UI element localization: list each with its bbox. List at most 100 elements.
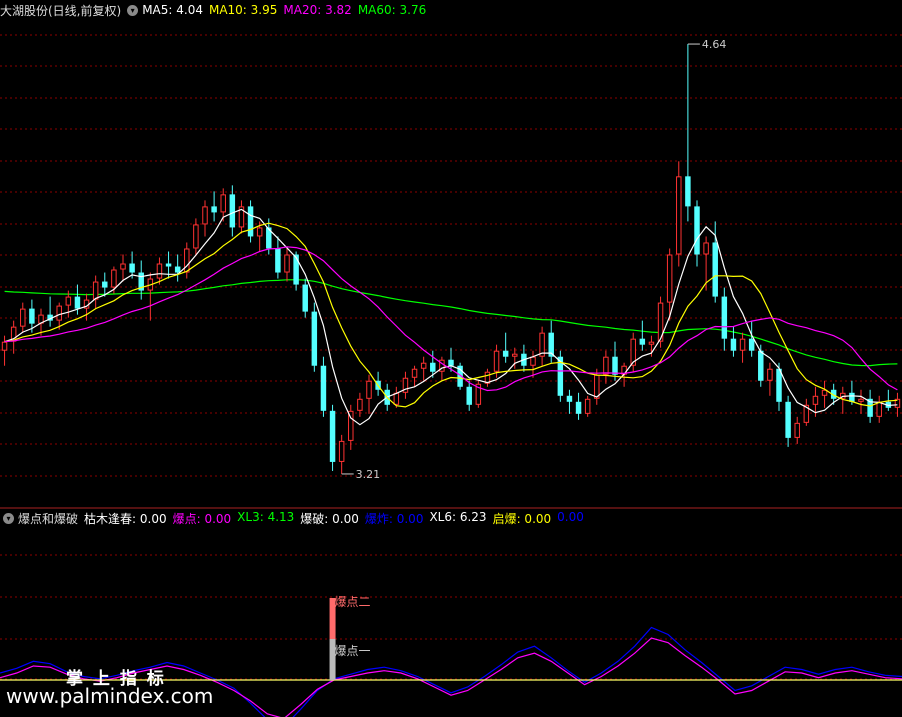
candle-body-up (666, 254, 673, 303)
candle-body-down (311, 311, 318, 366)
candle-body-up (357, 398, 363, 411)
indicator-header: ▾ 爆点和爆破 枯木逢春: 0.00 爆点: 0.00 XL3: 4.13 爆破: 0… (0, 509, 596, 527)
candle-body-down (785, 401, 791, 438)
main-chart-header: 大湖股份(日线,前复权) ▾ MA5: 4.04 MA10: 3.95 MA20: … (0, 1, 438, 19)
candle-body-down (575, 401, 582, 414)
candle-body-up (338, 440, 345, 462)
watermark-url: www.palmindex.com (6, 684, 214, 708)
indicator-legend-item-2: XL3: 4.13 (237, 509, 295, 524)
candle-body-up (530, 356, 536, 366)
ma-legend-item-1: MA10: 3.95 (208, 3, 278, 17)
candle-body-down (329, 410, 336, 462)
candle-body-down (174, 266, 181, 273)
candle-body-up (220, 194, 226, 213)
candle-body-up (876, 401, 882, 417)
candle-body-up (584, 398, 591, 414)
candle-body-up (111, 269, 117, 288)
candle-body-down (694, 206, 700, 255)
candle-body-down (721, 296, 728, 339)
candle-body-up (594, 374, 600, 399)
candle-body-down (566, 395, 573, 402)
candle-body-down (430, 362, 436, 372)
ma-legend: MA5: 4.04 MA10: 3.95 MA20: 3.82 MA60: 3.76 (142, 3, 432, 17)
ma5-line (4, 208, 898, 426)
candle-body-up (366, 380, 372, 399)
candle-body-up (56, 305, 62, 321)
indicator-legend-item-4: 爆炸: 0.00 (364, 511, 424, 526)
candle-body-down (448, 359, 454, 366)
candle-body-down (102, 281, 108, 288)
signal-bar-group: 爆点二 爆点一 (329, 595, 371, 680)
candle-body-down (730, 338, 737, 351)
candlestick-series (1, 44, 901, 474)
chevron-down-icon[interactable]: ▾ (3, 512, 14, 524)
main-chart-title: 大湖股份(日线,前复权) (0, 3, 122, 18)
candle-body-down (74, 296, 81, 309)
candle-body-up (193, 224, 199, 249)
candle-body-down (211, 206, 217, 213)
ma-legend-item-2: MA20: 3.82 (283, 3, 352, 17)
candle-body-up (284, 254, 290, 273)
candle-body-up (156, 263, 163, 279)
candle-body-up (858, 398, 864, 402)
candle-body-up (676, 176, 682, 255)
candle-body-down (229, 194, 236, 228)
candle-body-up (603, 356, 609, 375)
indicator-legend-item-6: 启爆: 0.00 (492, 511, 552, 526)
candle-body-up (812, 395, 819, 405)
candle-body-down (612, 356, 618, 375)
candle-body-up (92, 281, 99, 300)
high-price-label: 4.64 (702, 38, 727, 51)
candle-body-up (703, 242, 709, 255)
candle-body-down (320, 365, 327, 411)
candle-body-down (293, 254, 299, 285)
indicator-legend: 枯木逢春: 0.00 爆点: 0.00 XL3: 4.13 爆破: 0.00 爆炸: 0… (84, 510, 590, 527)
indicator-legend-item-5: XL6: 6.23 (429, 509, 487, 524)
candle-body-up (493, 350, 500, 372)
candle-body-up (821, 389, 828, 396)
candle-body-up (411, 368, 418, 378)
signal-bar-lower (329, 639, 336, 680)
candle-body-up (20, 308, 26, 327)
candle-body-up (393, 392, 400, 405)
candle-body-down (758, 350, 764, 381)
indicator-legend-item-3: 爆破: 0.00 (300, 511, 359, 526)
candle-body-down (748, 338, 755, 351)
moving-average-lines (4, 208, 898, 426)
candle-body-down (302, 284, 308, 312)
candle-body-down (639, 338, 646, 345)
candle-body-down (275, 248, 281, 273)
candle-body-down (165, 263, 172, 267)
candle-body-down (247, 206, 254, 237)
indicator-legend-item-1: 爆点: 0.00 (172, 511, 232, 526)
low-price-label: 3.21 (356, 468, 381, 481)
candle-body-up (794, 422, 800, 438)
chevron-down-icon[interactable]: ▾ (127, 4, 139, 16)
candle-body-down (466, 386, 472, 405)
candle-body-up (65, 296, 72, 306)
candle-body-up (184, 248, 190, 273)
candle-body-up (512, 353, 518, 357)
ma-legend-item-3: MA60: 3.76 (357, 3, 427, 17)
ma-legend-item-0: MA5: 4.04 (142, 3, 203, 17)
signal-label-upper: 爆点二 (335, 595, 371, 609)
candle-body-down (712, 242, 718, 297)
candle-body-up (739, 338, 746, 351)
candle-body-up (256, 227, 263, 237)
candle-body-up (120, 263, 126, 270)
indicator-legend-item-0: 枯木逢春: 0.00 (84, 511, 167, 526)
candle-body-up (202, 206, 208, 225)
candle-body-up (420, 362, 427, 369)
candle-body-down (685, 176, 691, 207)
candle-body-down (29, 308, 35, 324)
candle-body-down (502, 350, 509, 357)
candle-body-up (767, 368, 773, 381)
candle-body-down (129, 263, 135, 273)
candle-body-up (648, 341, 655, 345)
candle-body-up (1, 341, 8, 351)
indicator-legend-item-7: 0.00 (557, 509, 584, 524)
stock-chart: 4.64 3.21 爆点二 爆点一 (0, 34, 902, 717)
signal-label-lower: 爆点一 (335, 644, 371, 658)
indicator-title: 爆点和爆破 (18, 511, 79, 526)
signal-bar-upper (329, 598, 336, 639)
